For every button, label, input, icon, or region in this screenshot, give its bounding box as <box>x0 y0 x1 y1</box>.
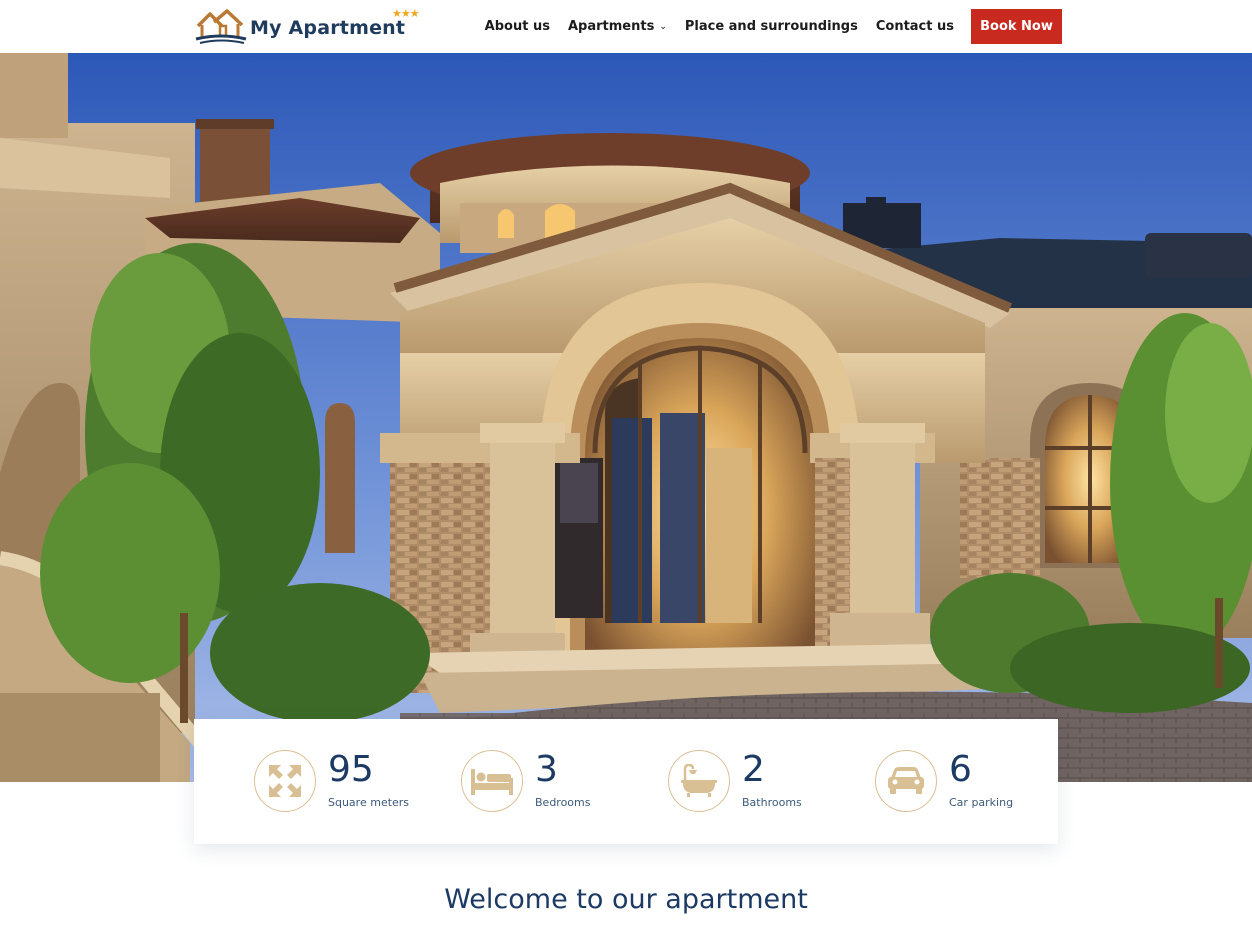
logo-stars-icon: ★★★ <box>392 8 420 20</box>
site-header: My Apartment ★★★ About us Apartments ⌄ Pl… <box>0 0 1252 53</box>
nav-label: About us <box>484 19 550 34</box>
nav-about-us[interactable]: About us <box>485 19 550 34</box>
property-stats-card: 95 Square meters 3 Bedrooms 2 Bathrooms … <box>194 719 1058 844</box>
nav-label: Place and surroundings <box>684 19 858 34</box>
stat-label: Car parking <box>949 796 1014 809</box>
logo-text: My Apartment <box>250 17 406 39</box>
stat-label: Square meters <box>328 796 410 809</box>
nav-contact-us[interactable]: Contact us <box>876 19 954 34</box>
stat-square-meters: 95 Square meters <box>254 750 409 812</box>
stat-car-parking: 6 Car parking <box>875 750 1013 812</box>
stat-value: 2 <box>742 749 765 790</box>
stat-value: 6 <box>949 749 972 790</box>
house-logo-icon <box>195 9 247 44</box>
stat-bathrooms: 2 Bathrooms <box>668 750 802 812</box>
car-icon <box>875 750 937 812</box>
stat-value: 95 <box>328 749 374 790</box>
book-now-button[interactable]: Book Now <box>971 9 1062 44</box>
nav-label: Apartments <box>567 19 655 34</box>
stat-label: Bedrooms <box>535 796 591 809</box>
chevron-down-icon: ⌄ <box>659 21 667 32</box>
hero-image <box>0 53 1252 782</box>
bed-icon <box>461 750 523 812</box>
nav-label: Contact us <box>875 19 954 34</box>
main-nav: About us Apartments ⌄ Place and surroundi… <box>467 9 1062 44</box>
bathtub-icon <box>668 750 730 812</box>
stat-bedrooms: 3 Bedrooms <box>461 750 590 812</box>
welcome-heading: Welcome to our apartment <box>444 884 808 915</box>
nav-place-and-surroundings[interactable]: Place and surroundings <box>685 19 858 34</box>
stat-value: 3 <box>535 749 558 790</box>
nav-apartments[interactable]: Apartments ⌄ <box>568 19 667 34</box>
site-logo[interactable]: My Apartment ★★★ <box>194 8 420 44</box>
stat-label: Bathrooms <box>742 796 802 809</box>
expand-arrows-icon <box>254 750 316 812</box>
